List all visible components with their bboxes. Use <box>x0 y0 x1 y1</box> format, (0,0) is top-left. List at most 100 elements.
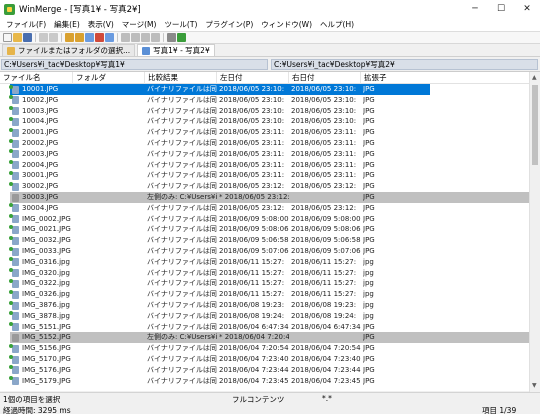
identical-file-icon <box>9 127 19 137</box>
minimize-button[interactable]: ─ <box>462 0 488 18</box>
cell-result: 左側のみ: C:¥Users¥i... <box>147 193 217 201</box>
copy-all-right-icon[interactable] <box>141 33 150 42</box>
table-row[interactable]: 20003.JPG バイナリファイルは同 2018/06/05 23:11: 2018… <box>0 149 529 160</box>
table-row[interactable]: 20002.JPG バイナリファイルは同 2018/06/05 23:11: 2018… <box>0 138 529 149</box>
scroll-down-arrow-icon[interactable]: ▼ <box>532 382 537 389</box>
undo-icon[interactable] <box>39 33 48 42</box>
column-header-folder[interactable]: フォルダ <box>73 72 145 84</box>
menu-file[interactable]: ファイル(F) <box>2 19 50 30</box>
copy-all-left-icon[interactable] <box>151 33 160 42</box>
tab-select-files[interactable]: ファイルまたはフォルダの選択... <box>2 44 136 56</box>
open-icon[interactable] <box>13 33 22 42</box>
vertical-scrollbar[interactable]: ▲ ▼ <box>529 72 540 392</box>
current-diff-icon[interactable] <box>95 33 104 42</box>
cell-right-date: 2018/06/05 23:10: <box>291 117 357 126</box>
next-diff-icon[interactable] <box>65 33 74 42</box>
menu-edit[interactable]: 編集(E) <box>50 19 84 30</box>
tab-folder-compare[interactable]: 写真1¥ - 写真2¥ <box>137 44 215 56</box>
cell-extension: JPG <box>363 355 375 363</box>
table-row[interactable]: IMG_0320.jpg バイナリファイルは同 2018/06/11 15:27: 2… <box>0 268 529 279</box>
identical-file-icon <box>9 84 19 94</box>
cell-extension: JPG <box>363 365 375 374</box>
cell-filename: 30004.JPG <box>22 203 59 212</box>
cell-result: バイナリファイルは同 <box>147 311 217 320</box>
cell-filename: IMG_5179.JPG <box>22 376 71 385</box>
redo-icon[interactable] <box>49 33 58 42</box>
table-row[interactable]: IMG_0316.jpg バイナリファイルは同 2018/06/11 15:27: 2… <box>0 257 529 268</box>
table-row[interactable]: IMG_5170.JPG バイナリファイルは同 2018/06/04 7:23:40… <box>0 354 529 365</box>
cell-extension: JPG <box>363 182 375 191</box>
menu-view[interactable]: 表示(V) <box>84 19 118 30</box>
menu-merge[interactable]: マージ(M) <box>118 19 161 30</box>
left-path-bar[interactable]: C:¥Users¥i_tac¥Desktop¥写真1¥ <box>1 59 268 70</box>
prev-diff-icon[interactable] <box>75 33 84 42</box>
maximize-button[interactable]: ☐ <box>488 0 514 18</box>
options-icon[interactable] <box>167 33 176 42</box>
table-row[interactable]: IMG_3876.jpg バイナリファイルは同 2018/06/08 19:23: 2… <box>0 300 529 311</box>
cell-filename: IMG_5176.JPG <box>22 365 71 374</box>
copy-left-icon[interactable] <box>131 33 140 42</box>
table-row[interactable]: IMG_5176.JPG バイナリファイルは同 2018/06/04 7:23:44… <box>0 365 529 376</box>
table-row[interactable]: 10003.JPG バイナリファイルは同 2018/06/05 23:10: 2018… <box>0 106 529 117</box>
table-row[interactable]: 30002.JPG バイナリファイルは同 2018/06/05 23:12: 2018… <box>0 181 529 192</box>
refresh-icon[interactable] <box>177 33 186 42</box>
cell-left-date: 2018/06/11 15:27: <box>219 268 285 277</box>
menu-plugins[interactable]: プラグイン(P) <box>201 19 257 30</box>
menu-window[interactable]: ウィンドウ(W) <box>257 19 316 30</box>
new-icon[interactable] <box>3 33 12 42</box>
identical-file-icon <box>9 322 19 332</box>
cell-folder <box>75 354 145 365</box>
table-row[interactable]: IMG_0021.JPG バイナリファイルは同 2018/06/09 5:08:06… <box>0 224 529 235</box>
column-header-extension[interactable]: 拡張子 <box>361 72 529 84</box>
file-rows: 10001.JPG バイナリファイルは同 2018/06/05 23:10: 2018… <box>0 84 529 392</box>
column-header-left-date[interactable]: 左日付 <box>217 72 289 84</box>
table-row[interactable]: 20004.JPG バイナリファイルは同 2018/06/05 23:11: 2018… <box>0 160 529 171</box>
table-row[interactable]: IMG_0002.JPG バイナリファイルは同 2018/06/09 5:08:00… <box>0 214 529 225</box>
table-row[interactable]: IMG_5152.JPG 左側のみ: C:¥Users¥i... * 2018/06… <box>0 332 529 344</box>
identical-file-icon <box>9 278 19 288</box>
column-header-result[interactable]: 比較結果 <box>145 72 217 84</box>
table-row[interactable]: IMG_3878.jpg バイナリファイルは同 2018/06/08 19:24: 2… <box>0 311 529 322</box>
close-button[interactable]: ✕ <box>514 0 540 18</box>
cell-folder <box>75 376 145 387</box>
cell-right-date: 2018/06/04 7:23:45 <box>291 376 361 385</box>
cell-right-date: 2018/06/05 23:11: <box>291 171 357 180</box>
save-icon[interactable] <box>23 33 32 42</box>
table-row[interactable]: 30001.JPG バイナリファイルは同 2018/06/05 23:11: 2018… <box>0 170 529 181</box>
cell-right-date: 2018/06/05 23:11: <box>291 160 357 169</box>
copy-right-icon[interactable] <box>121 33 130 42</box>
table-row[interactable]: IMG_5179.JPG バイナリファイルは同 2018/06/04 7:23:45… <box>0 376 529 387</box>
right-path-bar[interactable]: C:¥Users¥i_tac¥Desktop¥写真2¥ <box>271 59 538 70</box>
table-row[interactable]: IMG_0032.JPG バイナリファイルは同 2018/06/09 5:06:58… <box>0 235 529 246</box>
cell-extension: JPG <box>363 149 375 158</box>
identical-file-icon <box>9 160 19 170</box>
column-header-right-date[interactable]: 右日付 <box>289 72 361 84</box>
cell-result: バイナリファイルは同 <box>147 365 217 374</box>
table-row[interactable]: 20001.JPG バイナリファイルは同 2018/06/05 23:11: 2018… <box>0 127 529 138</box>
table-row[interactable]: IMG_0322.jpg バイナリファイルは同 2018/06/11 15:27: 2… <box>0 278 529 289</box>
status-elapsed-time: 経過時間: 3295 ms <box>3 406 71 414</box>
scroll-up-arrow-icon[interactable]: ▲ <box>532 74 537 81</box>
table-row[interactable]: 30003.JPG 左側のみ: C:¥Users¥i... * 2018/06/05… <box>0 192 529 203</box>
last-diff-icon[interactable] <box>105 33 114 42</box>
cell-extension: JPG <box>363 117 375 126</box>
menu-tools[interactable]: ツール(T) <box>160 19 201 30</box>
table-row[interactable]: 30004.JPG バイナリファイルは同 2018/06/05 23:12: 2018… <box>0 203 529 214</box>
table-row[interactable]: 10002.JPG バイナリファイルは同 2018/06/05 23:10: 2018… <box>0 95 529 106</box>
first-diff-icon[interactable] <box>85 33 94 42</box>
identical-file-icon <box>9 343 19 353</box>
table-row[interactable]: IMG_5151.JPG バイナリファイルは同 2018/06/04 6:47:34… <box>0 322 529 333</box>
identical-file-icon <box>9 300 19 310</box>
cell-filename: 20004.JPG <box>22 160 59 169</box>
table-row[interactable]: 10004.JPG バイナリファイルは同 2018/06/05 23:10: 2018… <box>0 116 529 127</box>
scrollbar-thumb[interactable] <box>532 85 538 165</box>
folder-open-icon <box>7 46 15 55</box>
table-row[interactable]: IMG_5156.JPG バイナリファイルは同 2018/06/04 7:20:54… <box>0 343 529 354</box>
cell-right-date <box>291 192 361 203</box>
table-row[interactable]: 10001.JPG バイナリファイルは同 2018/06/05 23:10: 2018… <box>0 84 529 95</box>
table-row[interactable]: IMG_0033.JPG バイナリファイルは同 2018/06/09 5:07:06… <box>0 246 529 257</box>
cell-extension: JPG <box>363 344 375 353</box>
menu-help[interactable]: ヘルプ(H) <box>316 19 358 30</box>
table-row[interactable]: IMG_0326.jpg バイナリファイルは同 2018/06/11 15:27: 2… <box>0 289 529 300</box>
column-header-filename[interactable]: ファイル名 <box>0 72 73 84</box>
